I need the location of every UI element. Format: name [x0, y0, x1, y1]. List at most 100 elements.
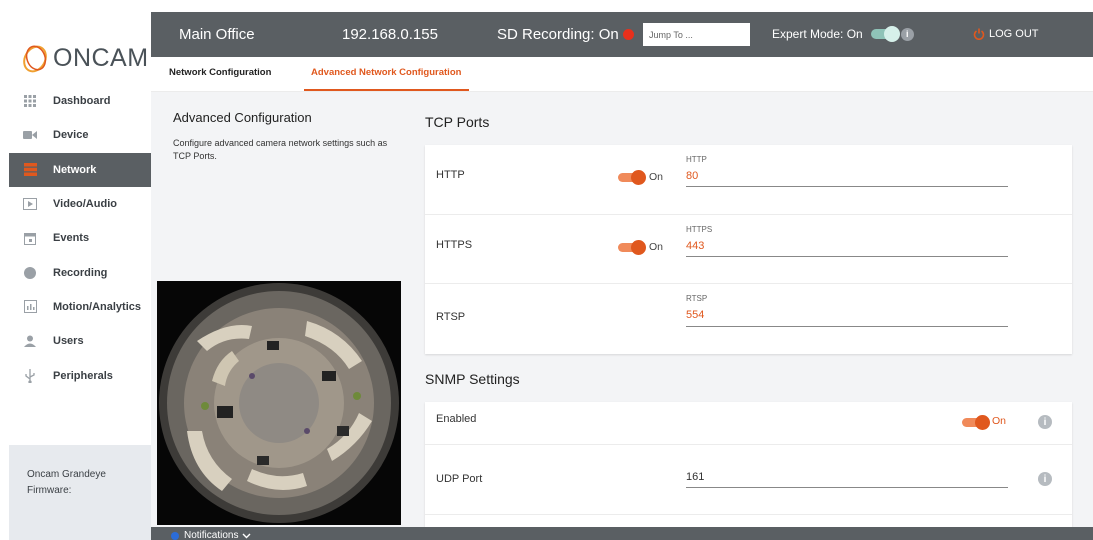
https-enable-toggle[interactable] — [618, 239, 646, 255]
sd-recording-status: SD Recording: On — [497, 26, 634, 43]
record-icon — [23, 266, 37, 280]
logout-button[interactable]: LOG OUT — [973, 28, 1039, 40]
sd-recording-label: SD Recording: On — [497, 26, 619, 43]
sidebar-item-label: Network — [53, 163, 97, 176]
toggle-knob — [975, 415, 990, 430]
row-label: HTTPS — [436, 238, 473, 251]
sub-tabs: Network Configuration Advanced Network C… — [151, 57, 1093, 92]
top-bar: Main Office 192.168.0.155 SD Recording: … — [151, 12, 1093, 57]
firmware-label: Firmware: — [27, 485, 72, 496]
sidebar-item-events[interactable]: Events — [9, 221, 151, 255]
brand-name: ONCAM — [53, 43, 149, 72]
expert-mode: Expert Mode: On i — [772, 26, 914, 42]
tab-advanced-network-configuration[interactable]: Advanced Network Configuration — [311, 67, 461, 78]
sidebar-item-label: Motion/Analytics — [53, 300, 142, 313]
camera-icon — [23, 128, 37, 142]
notifications-toggle[interactable]: Notifications — [171, 530, 251, 540]
row-label: UDP Port — [436, 473, 483, 485]
sidebar-item-label: Video/Audio — [53, 198, 117, 211]
tab-network-configuration[interactable]: Network Configuration — [169, 67, 271, 78]
firmware-device-name: Oncam Grandeye — [27, 469, 106, 480]
sidebar-item-peripherals[interactable]: Peripherals — [9, 358, 151, 392]
camera-preview[interactable] — [157, 281, 401, 525]
toggle-knob — [631, 170, 646, 185]
field-label: RTSP — [686, 294, 708, 304]
sidebar-nav: Dashboard Device Network Video/Audio Eve… — [9, 84, 151, 393]
rtsp-port-input[interactable]: 554 — [686, 309, 704, 321]
play-icon — [23, 197, 37, 211]
input-underline — [686, 186, 1008, 187]
tcp-ports-title: TCP Ports — [425, 114, 490, 130]
sidebar-item-network[interactable]: Network — [9, 152, 151, 187]
info-icon[interactable]: i — [1038, 472, 1052, 486]
calendar-icon — [23, 231, 37, 245]
oncam-logo-icon — [23, 45, 47, 73]
sidebar-item-label: Peripherals — [53, 369, 113, 382]
toggle-knob — [883, 26, 900, 42]
http-port-input[interactable]: 80 — [686, 170, 698, 182]
sidebar-item-dashboard[interactable]: Dashboard — [9, 84, 151, 118]
field-label: HTTP — [686, 155, 707, 164]
tcp-ports-card: HTTP On HTTP 80 HTTPS On HTTPS 443 RTSP … — [425, 145, 1072, 354]
jump-to-input[interactable] — [643, 23, 750, 46]
toggle-knob — [631, 239, 646, 255]
tcp-row-http: HTTP On HTTP 80 — [425, 145, 1072, 215]
expert-mode-toggle[interactable] — [870, 26, 900, 42]
snmp-settings-card: Enabled On i UDP Port 161 i — [425, 402, 1072, 527]
http-enable-toggle[interactable] — [618, 170, 646, 185]
field-label: HTTPS — [686, 224, 713, 234]
input-underline — [686, 326, 1008, 328]
sidebar-item-video-audio[interactable]: Video/Audio — [9, 187, 151, 221]
section-description: Configure advanced camera network settin… — [173, 138, 388, 161]
main-content: Advanced Configuration Configure advance… — [151, 92, 1093, 527]
sidebar-item-label: Users — [53, 335, 84, 348]
active-tab-indicator — [304, 89, 469, 91]
snmp-row-udp-port: UDP Port 161 i — [425, 445, 1072, 515]
tcp-row-https: HTTPS On HTTPS 443 — [425, 215, 1072, 285]
row-label: Enabled — [436, 413, 477, 425]
sidebar-item-recording[interactable]: Recording — [9, 255, 151, 289]
toggle-state-label: On — [649, 171, 664, 183]
chart-icon — [23, 300, 37, 314]
sidebar-item-users[interactable]: Users — [9, 324, 151, 358]
recording-dot-icon — [622, 29, 634, 40]
sidebar-item-label: Dashboard — [53, 95, 111, 108]
udp-port-input[interactable]: 161 — [686, 471, 704, 483]
info-icon[interactable]: i — [900, 27, 914, 41]
app-root: ONCAM Dashboard Device Network Video/Aud… — [0, 0, 1093, 540]
sidebar-item-motion-analytics[interactable]: Motion/Analytics — [9, 290, 151, 324]
brand-logo[interactable]: ONCAM — [21, 36, 149, 80]
snmp-settings-title: SNMP Settings — [425, 371, 520, 387]
row-label: HTTP — [436, 169, 465, 181]
network-icon — [23, 163, 37, 177]
notifications-label: Notifications — [184, 530, 239, 540]
sidebar-item-label: Events — [53, 232, 90, 245]
tcp-row-rtsp: RTSP RTSP 554 — [425, 284, 1072, 354]
https-port-input[interactable]: 443 — [686, 240, 704, 252]
firmware-info: Oncam Grandeye Firmware: — [9, 445, 151, 540]
info-icon[interactable]: i — [1038, 415, 1052, 429]
grid-icon — [23, 94, 37, 108]
snmp-enable-toggle[interactable] — [962, 415, 990, 430]
sidebar-item-label: Device — [53, 129, 89, 142]
toggle-state-label: On — [649, 240, 664, 253]
power-icon — [973, 28, 985, 40]
chevron-down-icon — [242, 533, 251, 538]
snmp-row-enabled: Enabled On i — [425, 402, 1072, 445]
user-icon — [23, 334, 37, 348]
sidebar: ONCAM Dashboard Device Network Video/Aud… — [9, 12, 151, 540]
sidebar-item-device[interactable]: Device — [9, 118, 151, 152]
expert-mode-label: Expert Mode: On — [772, 27, 863, 41]
input-underline — [686, 255, 1008, 257]
device-ip: 192.168.0.155 — [342, 26, 438, 43]
input-underline — [686, 487, 1008, 488]
section-heading: Advanced Configuration — [173, 110, 312, 125]
logout-label: LOG OUT — [989, 28, 1039, 40]
sidebar-item-label: Recording — [53, 266, 108, 279]
fisheye-video-image — [157, 281, 401, 525]
usb-icon — [23, 368, 37, 383]
site-title: Main Office — [179, 26, 255, 43]
toggle-state-label: On — [992, 415, 1007, 427]
notifications-bar[interactable]: Notifications — [151, 527, 1093, 540]
row-label: RTSP — [436, 311, 466, 324]
